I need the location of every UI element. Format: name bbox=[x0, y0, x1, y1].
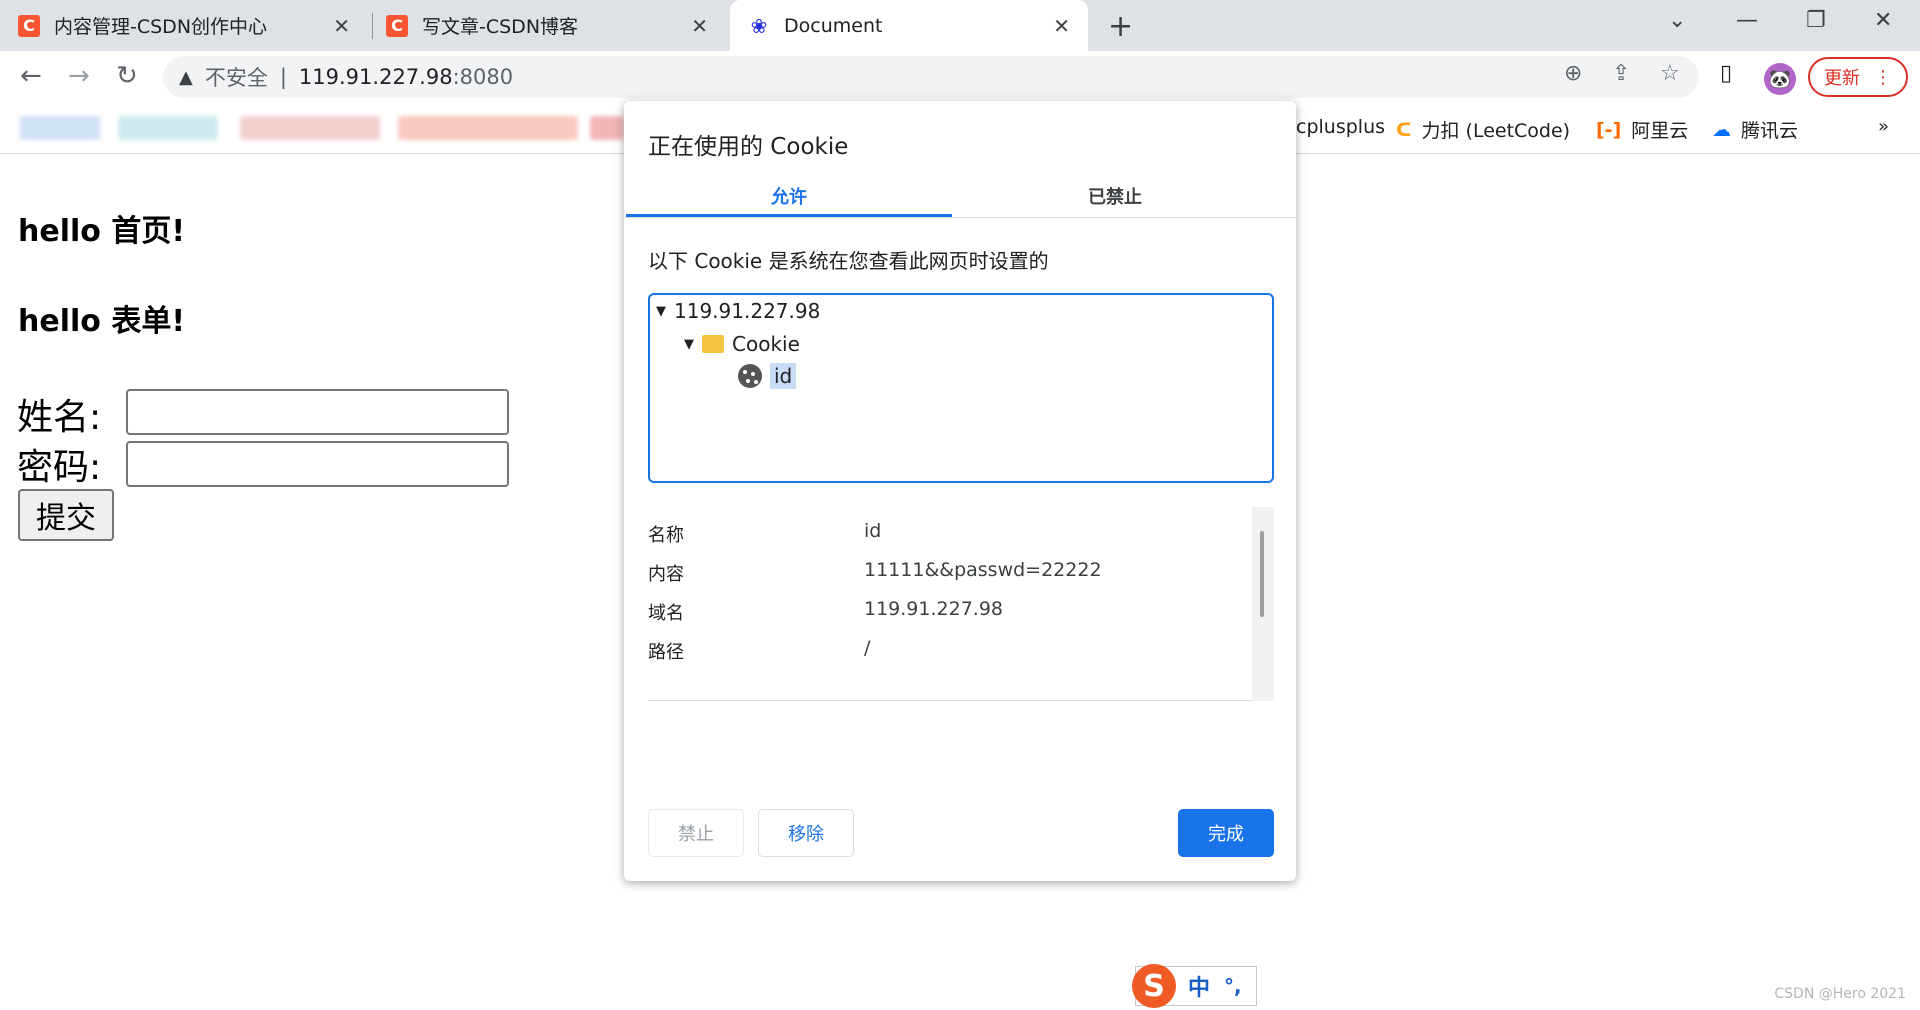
block-button[interactable]: 禁止 bbox=[648, 809, 744, 857]
close-tab-icon[interactable]: ✕ bbox=[691, 14, 708, 38]
aliyun-icon: [-] bbox=[1596, 118, 1622, 141]
expand-triangle-icon[interactable]: ▼ bbox=[656, 304, 666, 319]
dialog-title: 正在使用的 Cookie bbox=[648, 134, 849, 160]
detail-key: 路径 bbox=[648, 642, 684, 663]
tab-title: 内容管理-CSDN创作中心 bbox=[54, 16, 268, 38]
forward-arrow-icon[interactable]: → bbox=[68, 61, 90, 91]
new-tab-button[interactable]: + bbox=[1108, 9, 1133, 44]
details-scrollbar[interactable] bbox=[1252, 507, 1274, 701]
password-input[interactable] bbox=[126, 441, 509, 487]
detail-value: / bbox=[864, 637, 871, 659]
tree-node-host[interactable]: ▼ 119.91.227.98 bbox=[656, 299, 820, 323]
cookie-icon bbox=[738, 364, 762, 388]
name-label: 姓名: bbox=[17, 397, 102, 438]
blurred-bookmark[interactable] bbox=[398, 116, 578, 140]
expand-triangle-icon[interactable]: ▼ bbox=[684, 337, 694, 352]
restore-window-icon[interactable]: ❐ bbox=[1806, 8, 1826, 33]
update-label: 更新 bbox=[1824, 68, 1860, 89]
detail-value: 11111&&passwd=22222 bbox=[864, 559, 1102, 581]
tab-allowed[interactable]: 允许 bbox=[626, 183, 952, 217]
bookmark-aliyun[interactable]: [-] 阿里云 bbox=[1596, 116, 1688, 143]
scrollbar-thumb[interactable] bbox=[1260, 531, 1264, 617]
url-host: 119.91.227.98 bbox=[298, 65, 453, 89]
page-heading-home: hello 首页! bbox=[18, 214, 186, 249]
share-icon[interactable]: ⇪ bbox=[1612, 61, 1630, 86]
baidu-paw-icon: ❀ bbox=[750, 13, 768, 38]
leetcode-icon: ᑕ bbox=[1396, 118, 1412, 141]
more-menu-icon: ⋮ bbox=[1874, 66, 1892, 88]
minimize-window-icon[interactable]: — bbox=[1736, 8, 1758, 33]
sogou-logo-icon: S bbox=[1132, 964, 1176, 1008]
detail-key: 域名 bbox=[648, 603, 684, 624]
side-panel-icon[interactable]: ▯ bbox=[1720, 61, 1732, 86]
close-window-icon[interactable]: ✕ bbox=[1874, 8, 1892, 33]
tab-divider bbox=[624, 217, 1296, 218]
tab-csdn-content[interactable]: C 内容管理-CSDN创作中心 ✕ bbox=[18, 0, 368, 51]
bookmark-label: 力扣 (LeetCode) bbox=[1421, 120, 1571, 142]
bookmarks-overflow-icon[interactable]: » bbox=[1878, 116, 1889, 137]
ime-toolbar[interactable]: S 中 °, bbox=[1132, 964, 1257, 1008]
tree-node-label: id bbox=[770, 363, 797, 389]
ime-mode[interactable]: 中 bbox=[1188, 970, 1210, 1002]
page-heading-form: hello 表单! bbox=[18, 304, 186, 339]
panda-avatar-icon: 🐼 bbox=[1768, 68, 1792, 90]
watermark: CSDN @Hero 2021 bbox=[1774, 986, 1906, 1002]
cookie-tree[interactable]: ▼ 119.91.227.98 ▼ Cookie id bbox=[648, 293, 1274, 483]
tree-node-label: Cookie bbox=[732, 332, 800, 356]
bookmark-label: 腾讯云 bbox=[1741, 120, 1799, 142]
warning-triangle-icon[interactable]: ▲ bbox=[179, 67, 193, 88]
blurred-bookmark[interactable] bbox=[118, 116, 218, 140]
remove-button[interactable]: 移除 bbox=[758, 809, 854, 857]
bookmark-cplusplus[interactable]: cplusplus bbox=[1296, 116, 1385, 138]
blurred-bookmark[interactable] bbox=[240, 116, 380, 140]
update-button[interactable]: 更新 ⋮ bbox=[1808, 57, 1908, 97]
cookies-in-use-dialog: 正在使用的 Cookie 允许 已禁止 以下 Cookie 是系统在您查看此网页… bbox=[624, 101, 1296, 881]
tree-node-label: 119.91.227.98 bbox=[674, 299, 821, 323]
tab-document[interactable]: ❀ Document ✕ bbox=[730, 0, 1088, 51]
url-divider: | bbox=[279, 65, 287, 89]
blurred-bookmark[interactable] bbox=[590, 116, 624, 140]
zoom-icon[interactable]: ⊕ bbox=[1564, 61, 1582, 86]
tab-blocked[interactable]: 已禁止 bbox=[952, 183, 1278, 217]
back-arrow-icon[interactable]: ← bbox=[20, 61, 42, 91]
submit-button[interactable]: 提交 bbox=[18, 489, 114, 541]
reload-icon[interactable]: ↻ bbox=[116, 61, 138, 91]
browser-toolbar: ← → ↻ ▲ 不安全 | 119.91.227.98 :8080 ⊕ ⇪ ☆ … bbox=[0, 51, 1920, 104]
cookie-details: 名称 id 内容 11111&&passwd=22222 域名 119.91.2… bbox=[648, 507, 1274, 701]
bookmark-star-icon[interactable]: ☆ bbox=[1660, 61, 1680, 86]
blurred-bookmark[interactable] bbox=[20, 116, 100, 140]
ime-punct[interactable]: °, bbox=[1224, 974, 1242, 998]
tab-title: Document bbox=[784, 14, 883, 37]
tree-node-cookie[interactable]: id bbox=[738, 363, 797, 389]
detail-value: id bbox=[864, 520, 882, 542]
profile-avatar[interactable]: 🐼 bbox=[1764, 63, 1796, 95]
tab-strip: C 内容管理-CSDN创作中心 ✕ C 写文章-CSDN博客 ✕ ❀ Docum… bbox=[0, 0, 1920, 51]
bookmark-tencent-cloud[interactable]: ☁ 腾讯云 bbox=[1712, 116, 1798, 143]
bookmark-label: cplusplus bbox=[1296, 116, 1386, 138]
tencent-cloud-icon: ☁ bbox=[1712, 118, 1731, 141]
tab-csdn-write[interactable]: C 写文章-CSDN博客 ✕ bbox=[386, 0, 726, 51]
password-label: 密码: bbox=[17, 447, 102, 488]
name-input[interactable] bbox=[126, 389, 509, 435]
security-label[interactable]: 不安全 bbox=[205, 62, 268, 92]
tree-node-folder[interactable]: ▼ Cookie bbox=[684, 332, 800, 356]
close-tab-icon[interactable]: ✕ bbox=[1053, 14, 1070, 38]
folder-icon bbox=[702, 335, 724, 353]
tab-search-dropdown-icon[interactable]: ⌄ bbox=[1668, 8, 1686, 33]
address-bar[interactable]: ▲ 不安全 | 119.91.227.98 :8080 bbox=[163, 56, 1699, 98]
tab-title: 写文章-CSDN博客 bbox=[422, 16, 579, 38]
bookmark-label: 阿里云 bbox=[1631, 120, 1689, 142]
detail-key: 名称 bbox=[648, 525, 684, 546]
csdn-favicon-icon: C bbox=[386, 14, 408, 37]
done-button[interactable]: 完成 bbox=[1178, 809, 1274, 857]
csdn-favicon-icon: C bbox=[18, 14, 40, 37]
dialog-description: 以下 Cookie 是系统在您查看此网页时设置的 bbox=[648, 249, 1049, 273]
detail-key: 内容 bbox=[648, 564, 684, 585]
url-port: :8080 bbox=[452, 65, 514, 89]
tab-separator bbox=[372, 13, 373, 39]
close-tab-icon[interactable]: ✕ bbox=[333, 14, 350, 38]
bookmark-leetcode[interactable]: ᑕ 力扣 (LeetCode) bbox=[1396, 116, 1570, 143]
detail-value: 119.91.227.98 bbox=[864, 598, 1004, 620]
